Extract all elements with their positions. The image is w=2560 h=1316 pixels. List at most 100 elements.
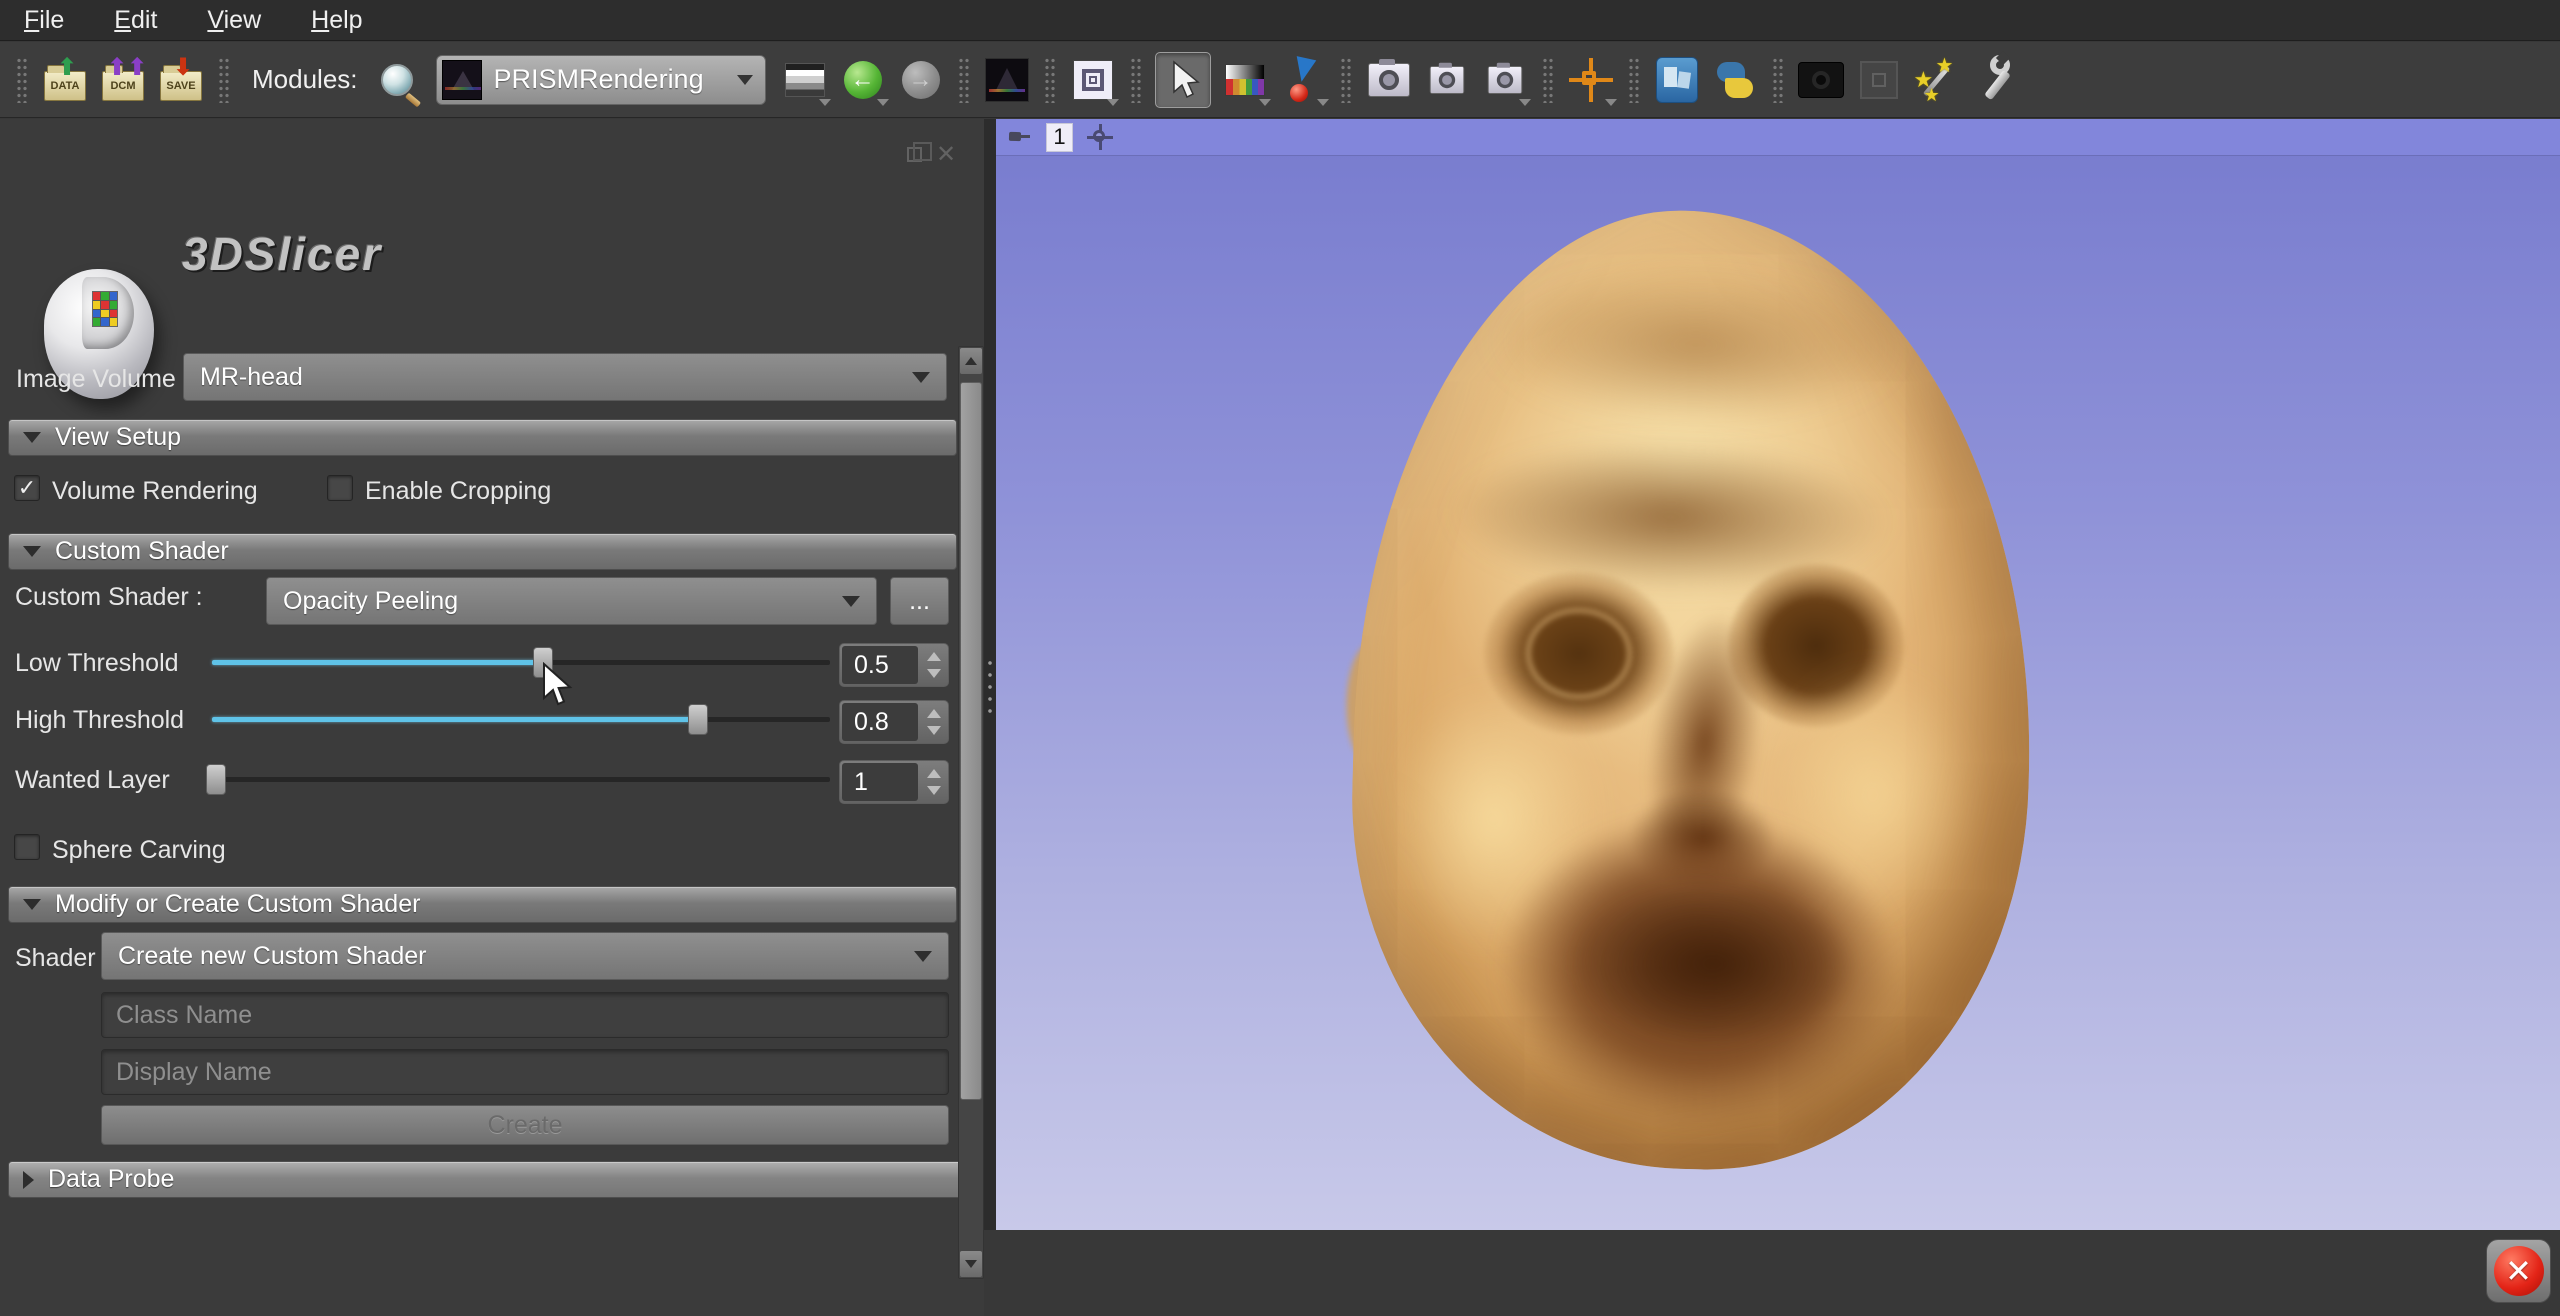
menu-edit[interactable]: Edit xyxy=(114,6,157,35)
shader-label: Shader : xyxy=(15,944,110,973)
expand-triangle-icon xyxy=(23,1171,34,1189)
chevron-down-icon xyxy=(1259,99,1271,106)
pin-icon[interactable] xyxy=(1006,124,1032,150)
menu-file[interactable]: File xyxy=(24,6,64,35)
toolbar-grip[interactable] xyxy=(1542,57,1554,103)
menu-help[interactable]: Help xyxy=(311,6,362,35)
image-volume-dropdown[interactable]: MR-head xyxy=(183,353,947,401)
wanted-layer-label: Wanted Layer xyxy=(15,766,170,795)
shader-options-button[interactable]: ... xyxy=(890,577,949,625)
close-panel-button[interactable]: ✕ xyxy=(934,141,958,167)
back-button[interactable]: ← xyxy=(839,56,887,104)
screenshot-button[interactable] xyxy=(1365,56,1413,104)
camera-icon xyxy=(1368,63,1410,97)
high-threshold-slider[interactable] xyxy=(212,717,830,722)
spin-arrows[interactable] xyxy=(920,761,948,803)
section-title: View Setup xyxy=(55,423,181,452)
mouse-interaction-mode-button[interactable] xyxy=(1155,52,1211,108)
image-volume-value: MR-head xyxy=(200,363,912,392)
create-shader-button[interactable]: Create xyxy=(101,1105,949,1145)
chevron-down-icon xyxy=(842,596,860,607)
layout-selector-button[interactable] xyxy=(1069,56,1117,104)
magic-wand-button[interactable]: ★★★ xyxy=(1913,56,1961,104)
toolbar-grip[interactable] xyxy=(958,57,970,103)
high-threshold-spinbox[interactable]: 0.8 xyxy=(839,700,949,744)
section-modify-shader[interactable]: Modify or Create Custom Shader xyxy=(8,886,957,923)
slider-fill xyxy=(212,717,698,722)
wanted-layer-slider[interactable] xyxy=(212,777,830,782)
collapse-triangle-icon xyxy=(23,899,41,910)
toolbar-grip[interactable] xyxy=(1772,57,1784,103)
class-name-input[interactable] xyxy=(101,992,949,1038)
spin-up-icon xyxy=(927,709,941,718)
settings-button[interactable] xyxy=(1971,56,2019,104)
toolbar-grip[interactable] xyxy=(1628,57,1640,103)
module-search-button[interactable] xyxy=(373,56,421,104)
toolbar-grip[interactable] xyxy=(1044,57,1056,103)
menu-view[interactable]: View xyxy=(207,6,261,35)
section-custom-shader[interactable]: Custom Shader xyxy=(8,533,957,570)
wrench-icon xyxy=(1972,57,2018,103)
threed-viewport[interactable]: 1 xyxy=(996,119,2560,1230)
extensions-manager-button[interactable] xyxy=(1653,56,1701,104)
high-threshold-slider-handle[interactable] xyxy=(688,704,708,735)
section-title: Modify or Create Custom Shader xyxy=(55,890,420,919)
toolbar-grip[interactable] xyxy=(1130,57,1142,103)
data-folder-icon: ⬆ DATA xyxy=(44,71,86,101)
slicer-app-window: { "menu": { "items": ["File", "Edit", "V… xyxy=(0,0,2560,1316)
low-threshold-spinbox[interactable]: 0.5 xyxy=(839,643,949,687)
custom-shader-dropdown[interactable]: Opacity Peeling xyxy=(266,577,877,625)
stop-recording-button[interactable]: ✕ xyxy=(2486,1239,2551,1303)
capture-button[interactable] xyxy=(1481,56,1529,104)
volume-rendering-camera-button[interactable] xyxy=(1797,56,1845,104)
display-name-input[interactable] xyxy=(101,1049,949,1095)
prism-module-button[interactable] xyxy=(983,56,1031,104)
undock-panel-button[interactable] xyxy=(902,141,926,167)
volume-rendered-head xyxy=(1343,202,2044,1177)
volume-rendering-checkbox[interactable]: ✓ xyxy=(14,475,40,501)
scene-view-button[interactable] xyxy=(1423,56,1471,104)
wanted-layer-spinbox[interactable]: 1 xyxy=(839,760,949,804)
module-panel: ✕ 3DSlicer Image Volume : MR-head View S… xyxy=(0,119,984,1316)
wanted-layer-slider-handle[interactable] xyxy=(206,764,226,795)
markup-point-icon xyxy=(1286,58,1320,102)
add-data-button[interactable]: ⬆ DATA xyxy=(41,56,89,104)
enable-cropping-checkbox[interactable] xyxy=(327,475,353,501)
chevron-down-icon xyxy=(1317,99,1329,106)
forward-button[interactable]: → xyxy=(897,56,945,104)
sphere-carving-checkbox[interactable] xyxy=(14,834,40,860)
adjust-window-level-button[interactable] xyxy=(1221,56,1269,104)
module-history-button[interactable] xyxy=(781,56,829,104)
save-folder-icon: ⬇ SAVE xyxy=(160,71,202,101)
scroll-down-button[interactable] xyxy=(960,1251,982,1277)
scroll-up-button[interactable] xyxy=(960,348,982,374)
scene-camera-icon xyxy=(1429,66,1463,94)
place-markup-button[interactable] xyxy=(1279,56,1327,104)
python-console-button[interactable] xyxy=(1711,56,1759,104)
toolbar-grip[interactable] xyxy=(16,57,28,103)
center-view-button[interactable] xyxy=(1855,56,1903,104)
collapse-triangle-icon xyxy=(23,432,41,443)
toolbar-grip[interactable] xyxy=(1340,57,1352,103)
low-threshold-slider[interactable] xyxy=(212,660,830,665)
panel-splitter[interactable] xyxy=(984,119,996,1230)
section-view-setup[interactable]: View Setup xyxy=(8,419,957,456)
prism-icon xyxy=(985,58,1029,102)
chevron-down-icon xyxy=(912,372,930,383)
toolbar-grip[interactable] xyxy=(218,57,230,103)
save-button[interactable]: ⬇ SAVE xyxy=(157,56,205,104)
shader-dropdown[interactable]: Create new Custom Shader xyxy=(101,932,949,980)
collapse-triangle-icon xyxy=(23,546,41,557)
panel-scrollbar[interactable] xyxy=(958,346,984,1279)
slider-fill xyxy=(212,660,543,665)
spin-arrows[interactable] xyxy=(920,644,948,686)
view-crosshair-icon[interactable] xyxy=(1087,124,1113,150)
purple-arrows-icon: ⬆⬆ xyxy=(107,56,147,80)
scrollbar-thumb[interactable] xyxy=(960,382,982,1100)
crosshair-button[interactable] xyxy=(1567,56,1615,104)
spin-arrows[interactable] xyxy=(920,701,948,743)
spin-up-icon xyxy=(927,769,941,778)
add-dicom-button[interactable]: ⬆⬆ DCM xyxy=(99,56,147,104)
section-data-probe[interactable]: Data Probe xyxy=(8,1161,983,1198)
module-selector-dropdown[interactable]: PRISMRendering xyxy=(436,55,766,105)
